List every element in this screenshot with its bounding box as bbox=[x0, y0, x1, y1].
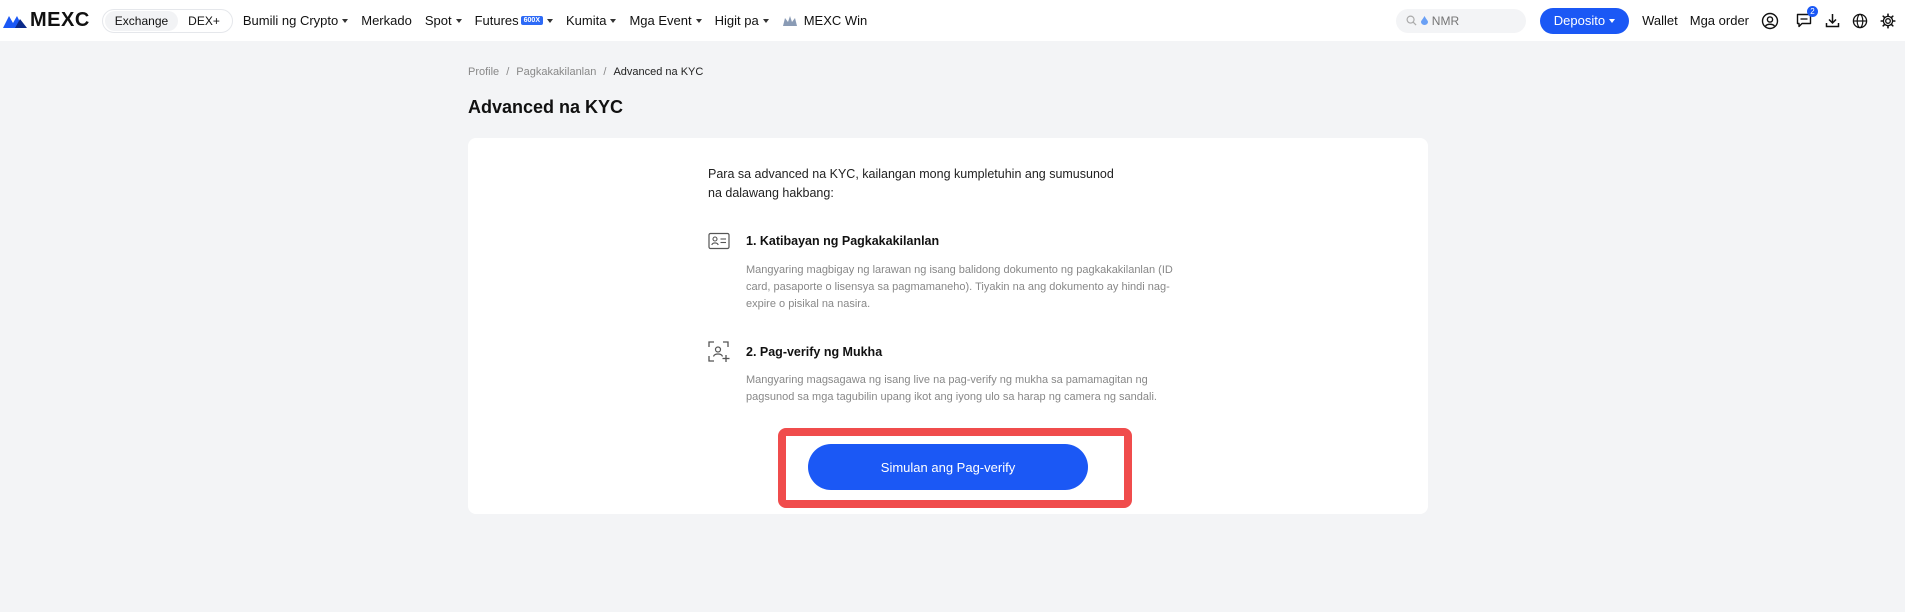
id-card-icon bbox=[708, 232, 730, 250]
user-profile-icon[interactable] bbox=[1761, 12, 1779, 30]
nav-label: Higit pa bbox=[714, 13, 759, 28]
chevron-down-icon bbox=[455, 18, 462, 23]
breadcrumb-current: Advanced na KYC bbox=[613, 66, 704, 78]
notifications-button[interactable]: 2 bbox=[1795, 5, 1818, 30]
search-box[interactable] bbox=[1395, 8, 1526, 33]
chevron-down-icon bbox=[695, 18, 702, 23]
orders-link[interactable]: Mga order bbox=[1690, 13, 1749, 28]
search-input[interactable] bbox=[1431, 13, 1512, 28]
breadcrumb: Profile / Pagkakakilanlan / Advanced na … bbox=[468, 66, 703, 78]
token-drop-icon bbox=[1420, 16, 1428, 25]
breadcrumb-separator: / bbox=[603, 66, 607, 78]
nav-buy-crypto[interactable]: Bumili ng Crypto bbox=[242, 13, 349, 28]
deposit-label: Deposito bbox=[1553, 13, 1606, 28]
nav-events[interactable]: Mga Event bbox=[629, 13, 702, 28]
step-1-title: 1. Katibayan ng Pagkakakilanlan bbox=[746, 234, 940, 248]
mexc-logo[interactable]: MEXC bbox=[3, 0, 90, 41]
download-icon bbox=[1825, 14, 1839, 28]
chevron-down-icon bbox=[1609, 18, 1616, 23]
breadcrumb-identity[interactable]: Pagkakakilanlan bbox=[516, 66, 596, 78]
search-icon bbox=[1406, 15, 1417, 26]
nav-futures[interactable]: Futures 600X bbox=[475, 13, 553, 28]
wallet-link[interactable]: Wallet bbox=[1642, 13, 1678, 28]
nav-label: Kumita bbox=[566, 13, 607, 28]
user-circle-icon bbox=[1761, 12, 1779, 29]
language-button[interactable] bbox=[1851, 12, 1869, 30]
trophy-icon bbox=[782, 15, 797, 26]
intro-text: Para sa advanced na KYC, kailangan mong … bbox=[708, 167, 1114, 200]
logo-text: MEXC bbox=[30, 9, 90, 31]
deposit-button[interactable]: Deposito bbox=[1539, 7, 1630, 34]
chevron-down-icon bbox=[762, 18, 769, 23]
nav-markets[interactable]: Merkado bbox=[361, 13, 412, 28]
globe-icon bbox=[1852, 13, 1868, 28]
chevron-down-icon bbox=[610, 18, 617, 23]
start-verification-button[interactable]: Simulan ang Pag-verify bbox=[808, 444, 1088, 490]
market-switch: Exchange DEX+ bbox=[101, 8, 233, 33]
settings-button[interactable] bbox=[1879, 12, 1897, 30]
nav-label: Merkado bbox=[361, 13, 412, 28]
leverage-badge: 600X bbox=[520, 16, 543, 25]
nav-label: MEXC Win bbox=[803, 13, 868, 28]
nav-label: Futures bbox=[474, 13, 519, 28]
breadcrumb-separator: / bbox=[506, 66, 510, 78]
main-nav: Bumili ng Crypto Merkado Spot Futures 60… bbox=[243, 13, 880, 28]
tab-dex[interactable]: DEX+ bbox=[178, 11, 230, 31]
nav-mexc-win[interactable]: MEXC Win bbox=[782, 13, 868, 28]
nav-earn[interactable]: Kumita bbox=[566, 13, 617, 28]
nav-spot[interactable]: Spot bbox=[425, 13, 462, 28]
nav-label: Spot bbox=[424, 13, 452, 28]
face-scan-icon bbox=[708, 341, 730, 362]
breadcrumb-profile[interactable]: Profile bbox=[468, 66, 499, 78]
nav-label: Mga Event bbox=[629, 13, 692, 28]
page-title: Advanced na KYC bbox=[468, 97, 624, 117]
nav-label: Bumili ng Crypto bbox=[242, 13, 339, 28]
nav-more[interactable]: Higit pa bbox=[715, 13, 769, 28]
kyc-card: Para sa advanced na KYC, kailangan mong … bbox=[468, 138, 1428, 514]
chevron-down-icon bbox=[547, 18, 553, 23]
notification-count-badge: 2 bbox=[1807, 5, 1818, 17]
step-2-title: 2. Pag-verify ng Mukha bbox=[746, 345, 883, 359]
tab-exchange[interactable]: Exchange bbox=[104, 10, 179, 31]
top-navigation-bar: MEXC Exchange DEX+ Bumili ng Crypto Merk… bbox=[0, 0, 1905, 41]
step-1-description: Mangyaring magbigay ng larawan ng isang … bbox=[746, 264, 1173, 310]
chevron-down-icon bbox=[342, 18, 349, 23]
gear-icon bbox=[1880, 12, 1896, 29]
header-actions: Deposito Wallet Mga order 2 bbox=[1395, 0, 1905, 41]
download-button[interactable] bbox=[1823, 12, 1841, 30]
step-2-description: Mangyaring magsagawa ng isang live na pa… bbox=[746, 374, 1157, 403]
mexc-logo-icon bbox=[3, 15, 27, 28]
